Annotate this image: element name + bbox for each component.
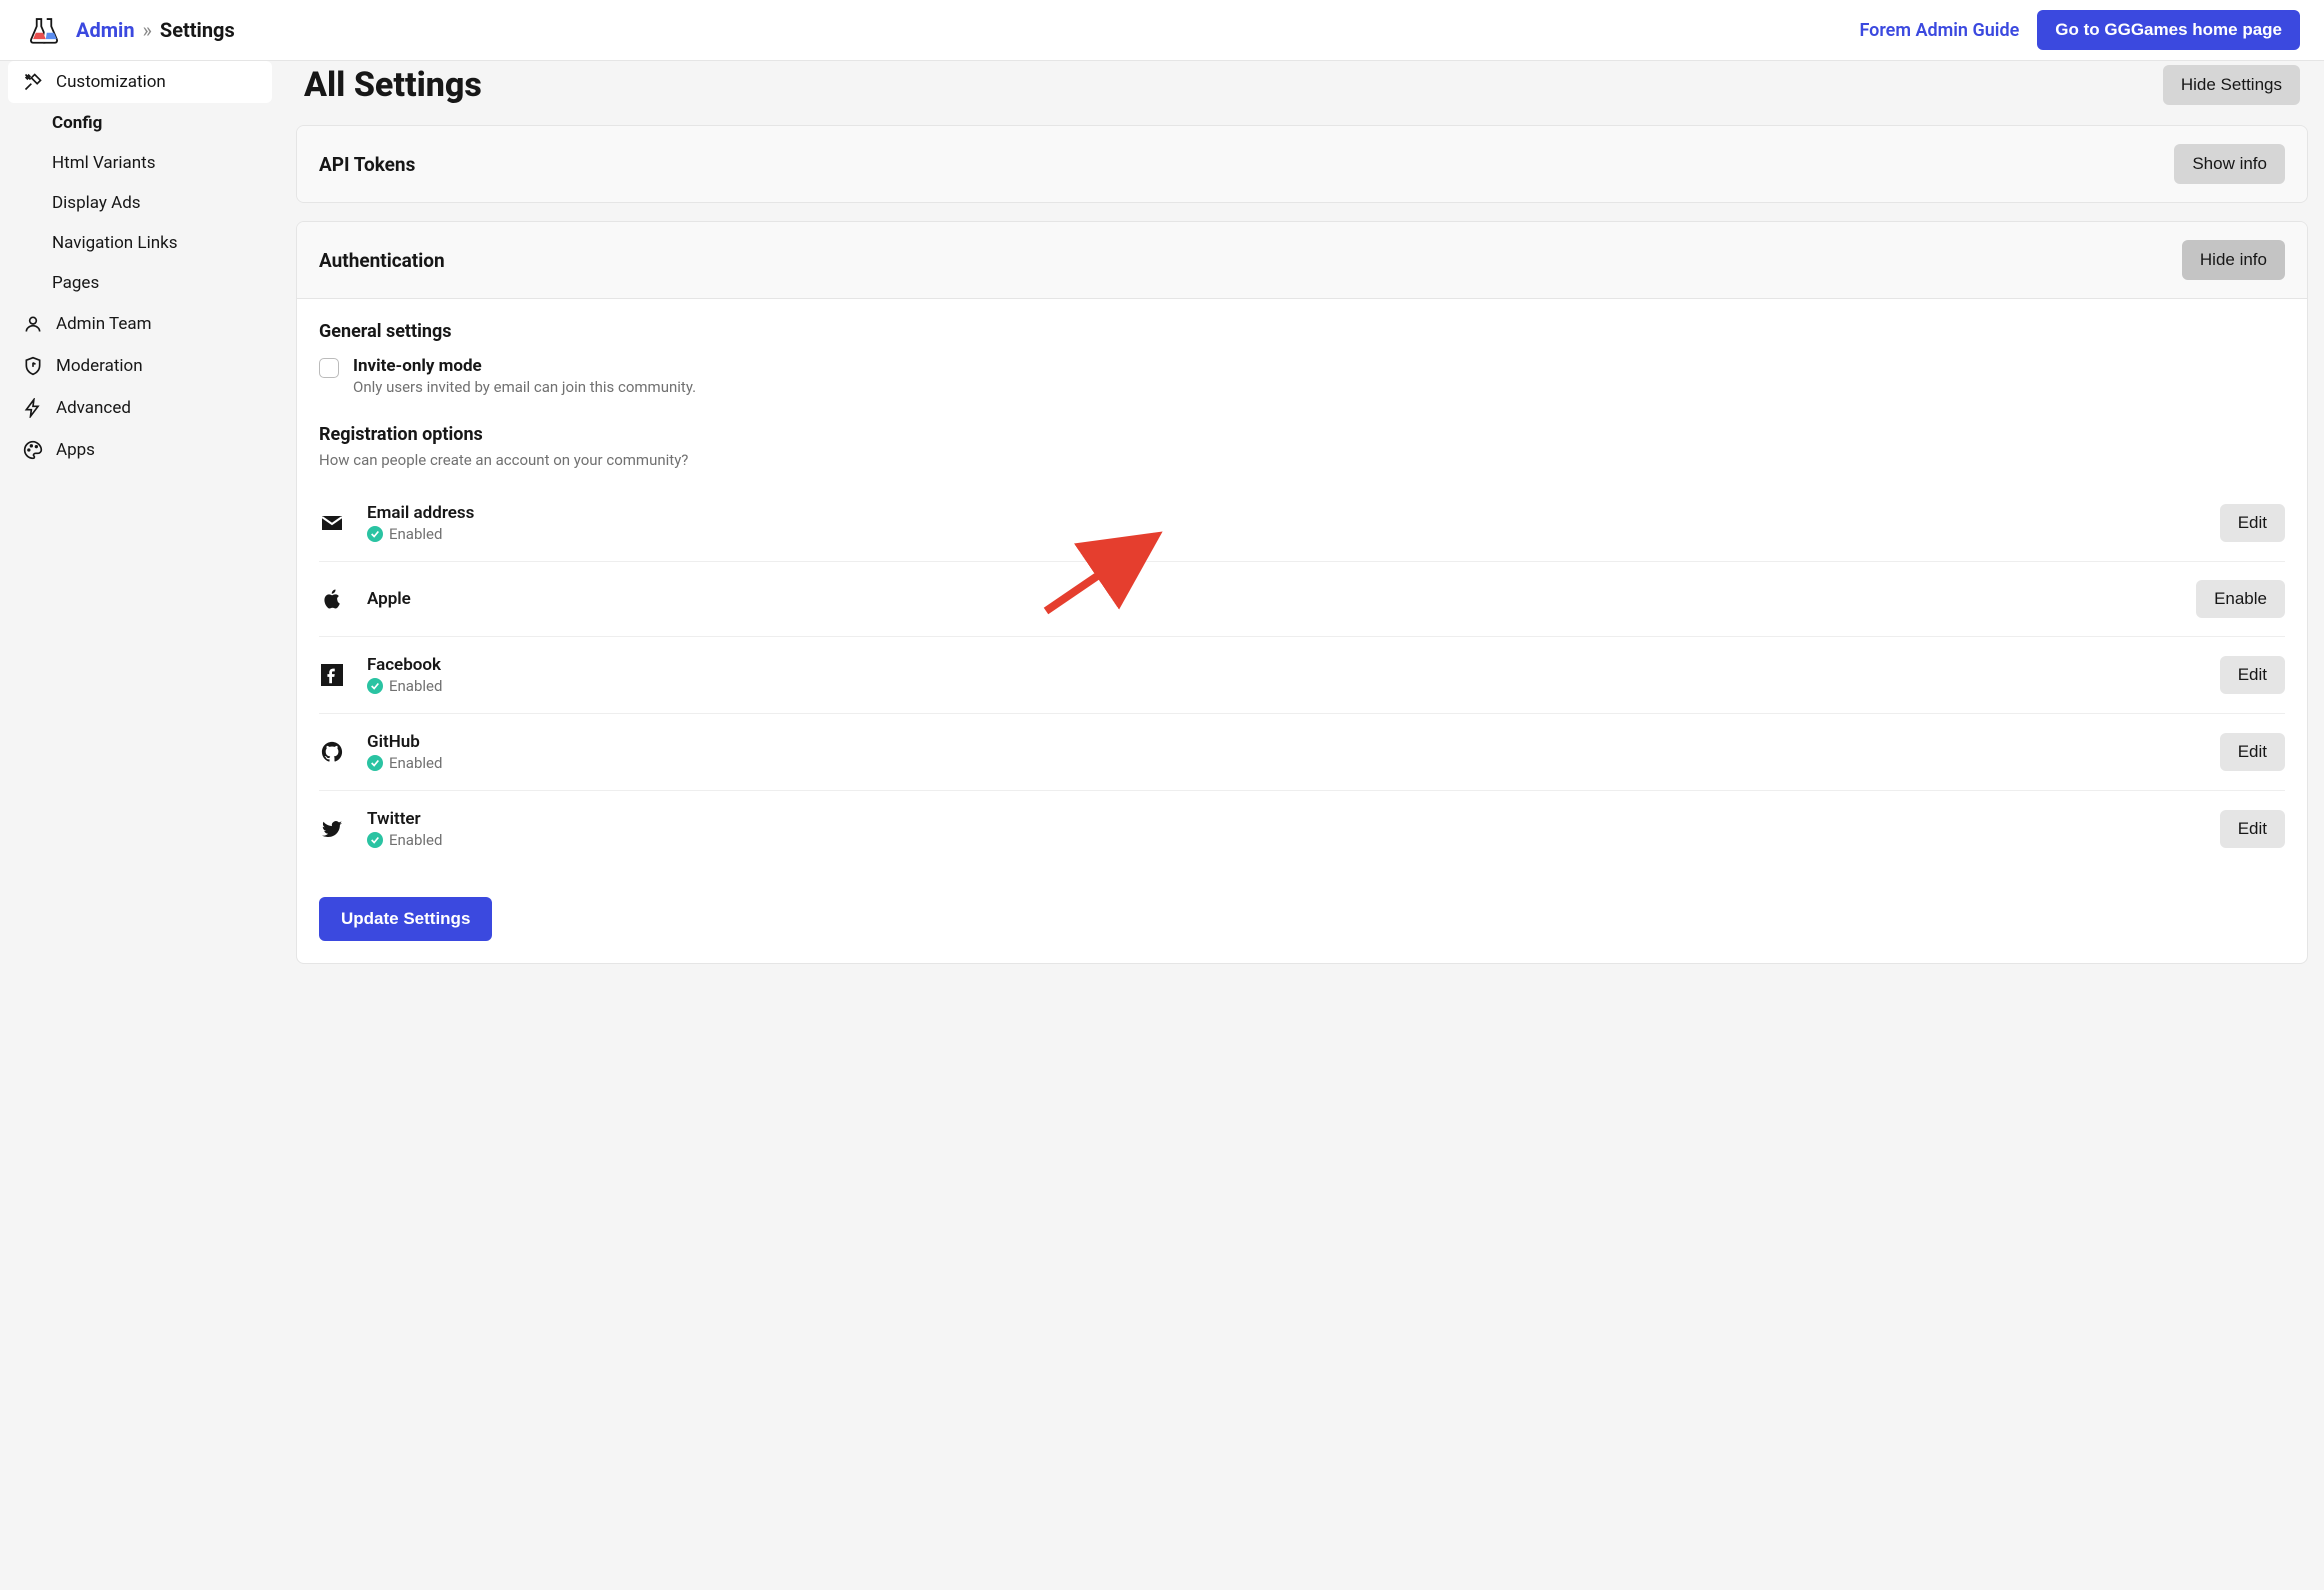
card-title: API Tokens xyxy=(319,153,415,176)
github-icon xyxy=(319,739,345,765)
lightning-icon xyxy=(22,397,44,419)
breadcrumb-admin-link[interactable]: Admin xyxy=(76,18,135,42)
status-text: Enabled xyxy=(389,525,442,543)
general-settings-title: General settings xyxy=(319,321,2285,342)
tools-icon xyxy=(22,71,44,93)
provider-name: Twitter xyxy=(367,809,2198,829)
palette-icon xyxy=(22,439,44,461)
sidebar-item-label: Moderation xyxy=(56,356,143,376)
status-text: Enabled xyxy=(389,754,442,772)
sidebar-subitem-display-ads[interactable]: Display Ads xyxy=(38,183,272,223)
shield-icon xyxy=(22,355,44,377)
facebook-icon xyxy=(319,662,345,688)
provider-row-apple: Apple Enable xyxy=(319,562,2285,637)
provider-status: Enabled xyxy=(367,677,2198,695)
breadcrumb-current: Settings xyxy=(160,18,235,42)
card-title: Authentication xyxy=(319,249,445,272)
check-icon xyxy=(367,526,383,542)
check-icon xyxy=(367,678,383,694)
provider-info: Email address Enabled xyxy=(367,503,2198,543)
registration-options-title: Registration options xyxy=(319,424,2285,445)
provider-status: Enabled xyxy=(367,525,2198,543)
main: All Settings Hide Settings API Tokens Sh… xyxy=(280,61,2324,1022)
edit-twitter-button[interactable]: Edit xyxy=(2220,810,2285,848)
sidebar-item-label: Admin Team xyxy=(56,314,151,334)
sidebar: Customization Config Html Variants Displ… xyxy=(0,61,280,1022)
sidebar-subitem-navigation-links[interactable]: Navigation Links xyxy=(38,223,272,263)
provider-name: Email address xyxy=(367,503,2198,523)
provider-status: Enabled xyxy=(367,831,2198,849)
invite-only-row: Invite-only mode Only users invited by e… xyxy=(319,356,2285,396)
sidebar-item-label: Apps xyxy=(56,440,95,460)
update-settings-button[interactable]: Update Settings xyxy=(319,897,492,941)
sidebar-item-customization[interactable]: Customization xyxy=(8,61,272,103)
status-text: Enabled xyxy=(389,677,442,695)
page-header: All Settings Hide Settings xyxy=(296,61,2308,125)
provider-row-twitter: Twitter Enabled Edit xyxy=(319,791,2285,867)
edit-github-button[interactable]: Edit xyxy=(2220,733,2285,771)
status-text: Enabled xyxy=(389,831,442,849)
user-icon xyxy=(22,313,44,335)
card-api-tokens: API Tokens Show info xyxy=(296,125,2308,203)
topbar: Admin » Settings Forem Admin Guide Go to… xyxy=(0,0,2324,61)
breadcrumb: Admin » Settings xyxy=(76,18,235,42)
sidebar-sub-customization: Config Html Variants Display Ads Navigat… xyxy=(8,103,272,303)
provider-name: GitHub xyxy=(367,732,2198,752)
check-icon xyxy=(367,755,383,771)
card-header-authentication: Authentication Hide info xyxy=(297,222,2307,299)
sidebar-subitem-html-variants[interactable]: Html Variants xyxy=(38,143,272,183)
invite-only-label: Invite-only mode xyxy=(353,356,696,376)
invite-only-help: Only users invited by email can join thi… xyxy=(353,378,696,396)
topbar-right: Forem Admin Guide Go to GGGames home pag… xyxy=(1859,10,2300,50)
sidebar-subitem-pages[interactable]: Pages xyxy=(38,263,272,303)
edit-email-button[interactable]: Edit xyxy=(2220,504,2285,542)
check-icon xyxy=(367,832,383,848)
provider-status: Enabled xyxy=(367,754,2198,772)
logo-icon xyxy=(24,14,64,46)
provider-row-github: GitHub Enabled Edit xyxy=(319,714,2285,791)
page-title: All Settings xyxy=(304,65,482,105)
sidebar-item-moderation[interactable]: Moderation xyxy=(8,345,272,387)
registration-options-help: How can people create an account on your… xyxy=(319,451,2285,469)
hide-info-button[interactable]: Hide info xyxy=(2182,240,2285,280)
go-home-button[interactable]: Go to GGGames home page xyxy=(2037,10,2300,50)
admin-guide-link[interactable]: Forem Admin Guide xyxy=(1859,20,2019,41)
apple-icon xyxy=(319,586,345,612)
sidebar-item-advanced[interactable]: Advanced xyxy=(8,387,272,429)
provider-row-email: Email address Enabled Edit xyxy=(319,485,2285,562)
sidebar-item-label: Advanced xyxy=(56,398,131,418)
provider-info: Apple xyxy=(367,589,2174,609)
show-info-button[interactable]: Show info xyxy=(2174,144,2285,184)
provider-info: Facebook Enabled xyxy=(367,655,2198,695)
email-icon xyxy=(319,510,345,536)
edit-facebook-button[interactable]: Edit xyxy=(2220,656,2285,694)
card-body-authentication: General settings Invite-only mode Only u… xyxy=(297,299,2307,963)
provider-name: Apple xyxy=(367,589,2174,609)
sidebar-item-apps[interactable]: Apps xyxy=(8,429,272,471)
provider-name: Facebook xyxy=(367,655,2198,675)
enable-apple-button[interactable]: Enable xyxy=(2196,580,2285,618)
provider-info: Twitter Enabled xyxy=(367,809,2198,849)
topbar-left: Admin » Settings xyxy=(24,14,235,46)
sidebar-subitem-config[interactable]: Config xyxy=(38,103,272,143)
provider-info: GitHub Enabled xyxy=(367,732,2198,772)
twitter-icon xyxy=(319,816,345,842)
card-header-api-tokens: API Tokens Show info xyxy=(297,126,2307,202)
layout: Customization Config Html Variants Displ… xyxy=(0,61,2324,1022)
sidebar-item-admin-team[interactable]: Admin Team xyxy=(8,303,272,345)
invite-only-checkbox[interactable] xyxy=(319,358,339,378)
breadcrumb-separator: » xyxy=(143,18,152,42)
provider-row-facebook: Facebook Enabled Edit xyxy=(319,637,2285,714)
sidebar-item-label: Customization xyxy=(56,72,166,92)
hide-settings-button[interactable]: Hide Settings xyxy=(2163,65,2300,105)
card-authentication: Authentication Hide info General setting… xyxy=(296,221,2308,964)
